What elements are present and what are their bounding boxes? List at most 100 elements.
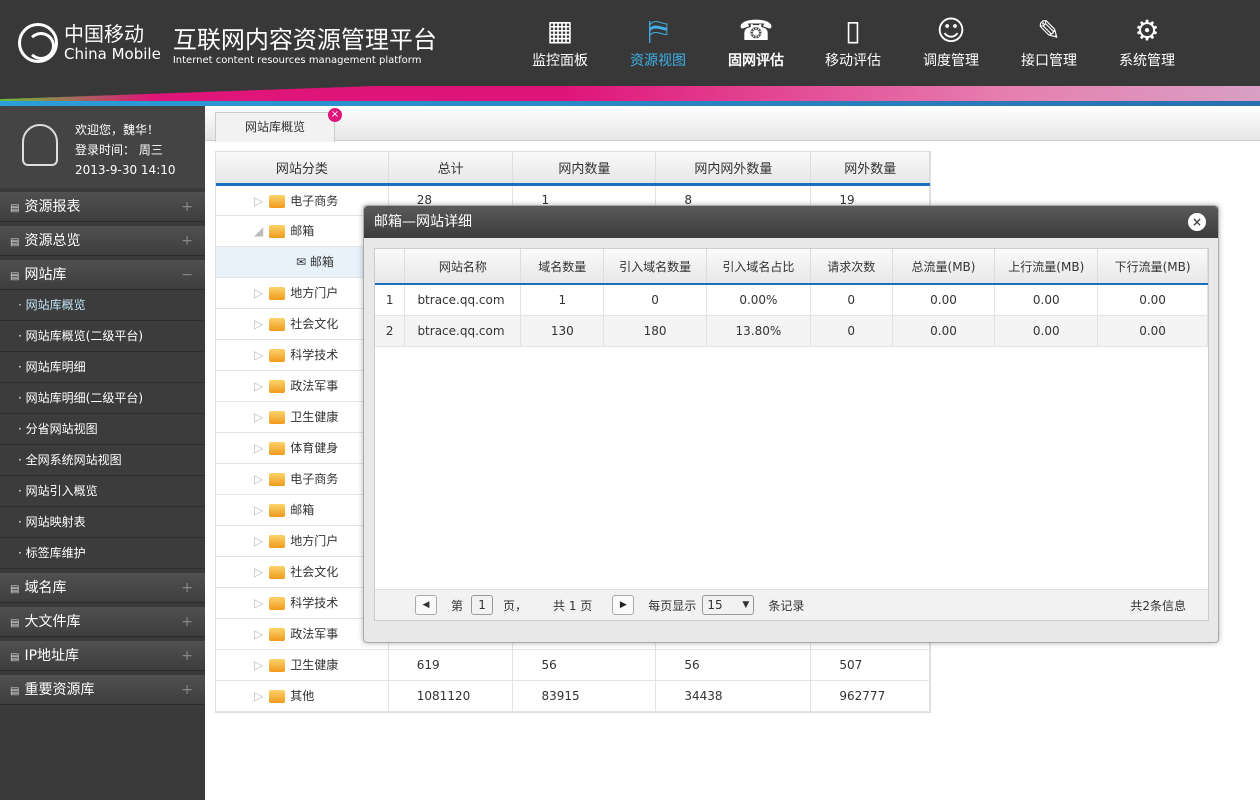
expand-icon[interactable]: ▷: [254, 348, 263, 362]
table-cell: 0.00: [892, 284, 996, 316]
expand-toggle-icon[interactable]: +: [181, 675, 193, 705]
column-header[interactable]: 网站分类: [216, 152, 389, 186]
expand-toggle-icon[interactable]: +: [181, 607, 193, 637]
detail-grid: 网站名称 域名数量 引入域名数量 引入域名占比 请求次数 总流量(MB) 上行流量(MB) 下…: [374, 248, 1209, 621]
tab-website-overview[interactable]: 网站库概览 ×: [215, 108, 342, 142]
table-row[interactable]: 1 btrace.qq.com 1 0 0.00% 0 0.00 0.00 0.00: [375, 284, 1208, 316]
nav-label: 资源视图: [630, 53, 686, 69]
sidebar-item-label: 分省网站视图: [25, 422, 98, 436]
nav-telephone[interactable]: ☎ 固网评估: [711, 12, 801, 70]
expand-icon[interactable]: ▷: [254, 317, 263, 331]
column-header[interactable]: 下行流量(MB): [1097, 249, 1208, 285]
collapse-icon[interactable]: ◢: [254, 224, 263, 238]
table-cell: 56: [512, 649, 657, 681]
sidebar-item[interactable]: · 全网系统网站视图: [0, 445, 205, 476]
table-row[interactable]: ▷ 其他 1081120 83915 34438 962777: [216, 680, 930, 712]
column-header[interactable]: 网外数量: [810, 152, 930, 186]
sidebar-item[interactable]: · 网站库概览(二级平台): [0, 321, 205, 352]
expand-toggle-icon[interactable]: +: [181, 226, 193, 256]
expand-toggle-icon[interactable]: −: [181, 260, 193, 290]
folder-icon: [269, 380, 286, 393]
nav-gears[interactable]: ⚙ 系统管理: [1102, 12, 1192, 70]
expand-icon[interactable]: ▷: [254, 596, 263, 610]
sidebar-section[interactable]: ▤ 网站库 −: [0, 260, 205, 290]
platform-title: 互联网内容资源管理平台: [172, 26, 437, 54]
folder-icon: [269, 597, 286, 610]
next-page-button[interactable]: ▶: [612, 595, 635, 615]
bullet-icon: ·: [18, 329, 26, 343]
sidebar-item[interactable]: · 网站库概览: [0, 290, 205, 321]
column-header[interactable]: 引入域名占比: [706, 249, 811, 285]
expand-icon[interactable]: ▷: [254, 503, 263, 517]
sidebar-item[interactable]: · 分省网站视图: [0, 414, 205, 445]
expand-icon[interactable]: ▷: [254, 689, 263, 703]
page-input[interactable]: 1: [471, 595, 494, 615]
column-header[interactable]: 网内网外数量: [655, 152, 812, 186]
close-tab-icon[interactable]: ×: [328, 108, 342, 122]
sidebar-item[interactable]: · 网站映射表: [0, 507, 205, 538]
table-cell: 0: [810, 315, 893, 347]
total-records: 共2条信息: [1130, 598, 1186, 613]
expand-icon[interactable]: ▷: [254, 565, 263, 579]
expand-icon[interactable]: ▷: [254, 534, 263, 548]
sidebar-item[interactable]: · 网站库明细: [0, 352, 205, 383]
cell-text: 体育健身: [290, 441, 339, 455]
column-header[interactable]: 请求次数: [810, 249, 893, 285]
folder-icon: [269, 287, 286, 300]
nav-mobile-phone[interactable]: ▯ 移动评估: [808, 12, 898, 70]
folder-icon: [269, 349, 286, 362]
bullet-icon: ·: [18, 546, 26, 560]
column-header[interactable]: 总计: [388, 152, 514, 186]
nav-monitor-panel[interactable]: ▦ 监控面板: [515, 12, 605, 70]
folder-icon: [269, 473, 286, 486]
per-page-select[interactable]: 15 ▼: [702, 595, 755, 615]
folder-icon: [269, 566, 286, 579]
column-header[interactable]: 引入域名数量: [603, 249, 707, 285]
nav-map[interactable]: ⛿ 资源视图: [613, 12, 703, 70]
column-header[interactable]: 上行流量(MB): [994, 249, 1099, 285]
close-dialog-icon[interactable]: ×: [1188, 213, 1206, 231]
expand-icon[interactable]: ▷: [254, 472, 263, 486]
cell-text: 56: [684, 657, 700, 672]
column-header[interactable]: 域名数量: [520, 249, 605, 285]
sidebar-section[interactable]: ▤ 资源总览 +: [0, 226, 205, 256]
sidebar-item[interactable]: · 标签库维护: [0, 538, 205, 569]
sidebar-section[interactable]: ▤ 重要资源库 +: [0, 675, 205, 705]
list-icon: ▤: [10, 203, 20, 214]
nav-document[interactable]: ✎ 接口管理: [1004, 12, 1094, 70]
page-suffix: 页，: [503, 598, 528, 613]
expand-icon[interactable]: ▷: [254, 441, 263, 455]
column-header[interactable]: [375, 249, 406, 285]
prev-page-button[interactable]: ◀: [415, 595, 437, 615]
cell-text: 其他: [290, 689, 315, 703]
table-cell: 180: [603, 315, 707, 347]
dialog-titlebar[interactable]: 邮箱—网站详细 ×: [364, 206, 1218, 238]
nav-label: 监控面板: [532, 53, 588, 69]
expand-icon[interactable]: ▷: [254, 410, 263, 424]
table-cell: 130: [520, 315, 605, 347]
bullet-icon: ·: [18, 515, 26, 529]
table-row[interactable]: ▷ 卫生健康 619 56 56 507: [216, 649, 930, 681]
expand-icon[interactable]: ▷: [254, 286, 263, 300]
nav-headset[interactable]: ☺ 调度管理: [906, 12, 996, 70]
monitor-panel-icon: ▦: [546, 14, 574, 47]
expand-toggle-icon[interactable]: +: [181, 192, 193, 222]
sidebar-section[interactable]: ▤ 资源报表 +: [0, 192, 205, 222]
expand-icon[interactable]: ▷: [254, 194, 263, 208]
sidebar-section[interactable]: ▤ 大文件库 +: [0, 607, 205, 637]
sidebar-item-label: 标签库维护: [25, 546, 86, 560]
expand-toggle-icon[interactable]: +: [181, 641, 193, 671]
column-header[interactable]: 网内数量: [512, 152, 657, 186]
table-row[interactable]: 2 btrace.qq.com 130 180 13.80% 0 0.00 0.00 0.00: [375, 315, 1208, 347]
column-header[interactable]: 总流量(MB): [892, 249, 996, 285]
sidebar-section[interactable]: ▤ 域名库 +: [0, 573, 205, 603]
table-cell: 619: [388, 649, 514, 681]
sidebar-item[interactable]: · 网站引入概览: [0, 476, 205, 507]
expand-icon[interactable]: ▷: [254, 627, 263, 641]
column-header[interactable]: 网站名称: [404, 249, 522, 285]
expand-toggle-icon[interactable]: +: [181, 573, 193, 603]
sidebar-item[interactable]: · 网站库明细(二级平台): [0, 383, 205, 414]
sidebar-section[interactable]: ▤ IP地址库 +: [0, 641, 205, 671]
expand-icon[interactable]: ▷: [254, 379, 263, 393]
expand-icon[interactable]: ▷: [254, 658, 263, 672]
